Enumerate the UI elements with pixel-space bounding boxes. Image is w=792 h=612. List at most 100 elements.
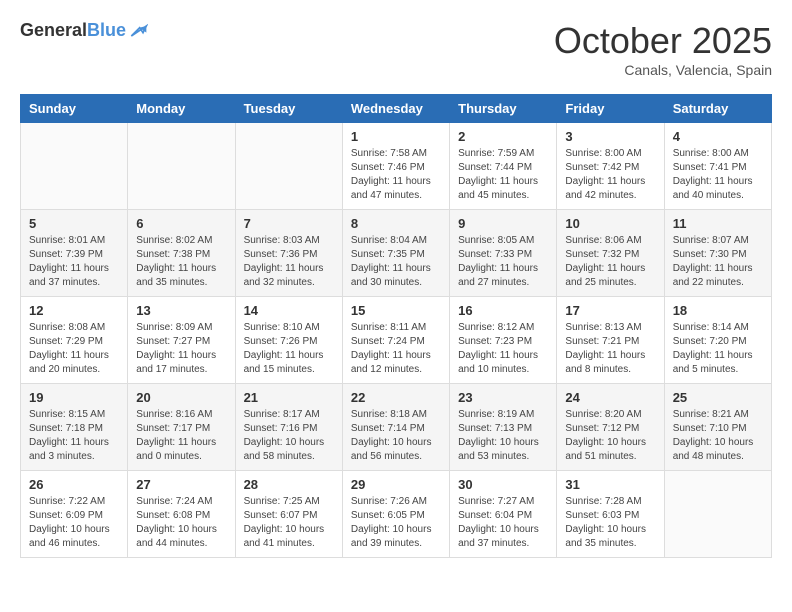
day-number: 11 bbox=[673, 216, 763, 231]
day-number: 28 bbox=[244, 477, 334, 492]
day-info: Sunrise: 8:03 AMSunset: 7:36 PMDaylight:… bbox=[244, 234, 334, 290]
day-info: Sunrise: 7:27 AMSunset: 6:04 PMDaylight:… bbox=[458, 495, 548, 551]
day-number: 10 bbox=[565, 216, 655, 231]
logo-icon bbox=[128, 21, 148, 41]
day-number: 4 bbox=[673, 129, 763, 144]
day-number: 31 bbox=[565, 477, 655, 492]
day-number: 1 bbox=[351, 129, 441, 144]
day-number: 18 bbox=[673, 303, 763, 318]
logo: GeneralBlue bbox=[20, 20, 148, 42]
logo-text: GeneralBlue bbox=[20, 20, 126, 42]
day-number: 23 bbox=[458, 390, 548, 405]
calendar-cell: 12Sunrise: 8:08 AMSunset: 7:29 PMDayligh… bbox=[21, 297, 128, 384]
calendar-table: SundayMondayTuesdayWednesdayThursdayFrid… bbox=[20, 94, 772, 558]
day-number: 24 bbox=[565, 390, 655, 405]
day-number: 12 bbox=[29, 303, 119, 318]
day-info: Sunrise: 8:18 AMSunset: 7:14 PMDaylight:… bbox=[351, 408, 441, 464]
day-info: Sunrise: 7:25 AMSunset: 6:07 PMDaylight:… bbox=[244, 495, 334, 551]
day-number: 29 bbox=[351, 477, 441, 492]
calendar-cell: 27 Sunrise: 7:24 AMSunset: 6:08 PMDayligh… bbox=[128, 471, 235, 558]
calendar-cell: 10 Sunrise: 8:06 AMSunset: 7:32 PMDayligh… bbox=[557, 210, 664, 297]
calendar-cell: 24 Sunrise: 8:20 AMSunset: 7:12 PMDayligh… bbox=[557, 384, 664, 471]
calendar-week-row: 12Sunrise: 8:08 AMSunset: 7:29 PMDayligh… bbox=[21, 297, 772, 384]
day-info: Sunrise: 8:05 AMSunset: 7:33 PMDaylight:… bbox=[458, 234, 548, 290]
day-number: 26 bbox=[29, 477, 119, 492]
weekday-header: Tuesday bbox=[235, 95, 342, 123]
calendar-cell: 4 Sunrise: 8:00 AMSunset: 7:41 PMDaylight… bbox=[664, 123, 771, 210]
calendar-week-row: 5Sunrise: 8:01 AMSunset: 7:39 PMDaylight… bbox=[21, 210, 772, 297]
page-header: GeneralBlue October 2025 Canals, Valenci… bbox=[20, 20, 772, 78]
day-info: Sunrise: 7:58 AMSunset: 7:46 PMDaylight:… bbox=[351, 147, 441, 203]
calendar-cell: 29 Sunrise: 7:26 AMSunset: 6:05 PMDayligh… bbox=[342, 471, 449, 558]
day-info: Sunrise: 8:15 AMSunset: 7:18 PMDaylight:… bbox=[29, 408, 119, 464]
day-number: 9 bbox=[458, 216, 548, 231]
calendar-week-row: 19 Sunrise: 8:15 AMSunset: 7:18 PMDayligh… bbox=[21, 384, 772, 471]
day-number: 20 bbox=[136, 390, 226, 405]
weekday-header: Saturday bbox=[664, 95, 771, 123]
weekday-header: Sunday bbox=[21, 95, 128, 123]
day-info: Sunrise: 8:14 AMSunset: 7:20 PMDaylight:… bbox=[673, 321, 763, 377]
day-number: 15 bbox=[351, 303, 441, 318]
calendar-cell: 8 Sunrise: 8:04 AMSunset: 7:35 PMDaylight… bbox=[342, 210, 449, 297]
calendar-cell bbox=[21, 123, 128, 210]
day-info: Sunrise: 8:20 AMSunset: 7:12 PMDaylight:… bbox=[565, 408, 655, 464]
calendar-cell: 15Sunrise: 8:11 AMSunset: 7:24 PMDayligh… bbox=[342, 297, 449, 384]
day-info: Sunrise: 8:19 AMSunset: 7:13 PMDaylight:… bbox=[458, 408, 548, 464]
day-number: 2 bbox=[458, 129, 548, 144]
location-subtitle: Canals, Valencia, Spain bbox=[554, 62, 772, 78]
calendar-cell: 31 Sunrise: 7:28 AMSunset: 6:03 PMDayligh… bbox=[557, 471, 664, 558]
day-info: Sunrise: 8:10 AMSunset: 7:26 PMDaylight:… bbox=[244, 321, 334, 377]
calendar-header: SundayMondayTuesdayWednesdayThursdayFrid… bbox=[21, 95, 772, 123]
day-info: Sunrise: 7:24 AMSunset: 6:08 PMDaylight:… bbox=[136, 495, 226, 551]
weekday-header: Thursday bbox=[450, 95, 557, 123]
calendar-cell: 7 Sunrise: 8:03 AMSunset: 7:36 PMDaylight… bbox=[235, 210, 342, 297]
day-number: 14 bbox=[244, 303, 334, 318]
calendar-cell: 22 Sunrise: 8:18 AMSunset: 7:14 PMDayligh… bbox=[342, 384, 449, 471]
day-number: 27 bbox=[136, 477, 226, 492]
day-number: 7 bbox=[244, 216, 334, 231]
day-info: Sunrise: 8:06 AMSunset: 7:32 PMDaylight:… bbox=[565, 234, 655, 290]
day-number: 25 bbox=[673, 390, 763, 405]
day-number: 6 bbox=[136, 216, 226, 231]
day-info: Sunrise: 8:00 AMSunset: 7:42 PMDaylight:… bbox=[565, 147, 655, 203]
calendar-cell: 5Sunrise: 8:01 AMSunset: 7:39 PMDaylight… bbox=[21, 210, 128, 297]
day-info: Sunrise: 8:21 AMSunset: 7:10 PMDaylight:… bbox=[673, 408, 763, 464]
calendar-cell: 11Sunrise: 8:07 AMSunset: 7:30 PMDayligh… bbox=[664, 210, 771, 297]
calendar-cell: 18 Sunrise: 8:14 AMSunset: 7:20 PMDayligh… bbox=[664, 297, 771, 384]
calendar-cell bbox=[664, 471, 771, 558]
calendar-cell bbox=[235, 123, 342, 210]
day-info: Sunrise: 8:17 AMSunset: 7:16 PMDaylight:… bbox=[244, 408, 334, 464]
day-number: 8 bbox=[351, 216, 441, 231]
calendar-cell: 23 Sunrise: 8:19 AMSunset: 7:13 PMDayligh… bbox=[450, 384, 557, 471]
day-info: Sunrise: 8:02 AMSunset: 7:38 PMDaylight:… bbox=[136, 234, 226, 290]
calendar-cell bbox=[128, 123, 235, 210]
title-block: October 2025 Canals, Valencia, Spain bbox=[554, 20, 772, 78]
day-number: 16 bbox=[458, 303, 548, 318]
day-info: Sunrise: 7:26 AMSunset: 6:05 PMDaylight:… bbox=[351, 495, 441, 551]
calendar-week-row: 26 Sunrise: 7:22 AMSunset: 6:09 PMDayligh… bbox=[21, 471, 772, 558]
day-number: 17 bbox=[565, 303, 655, 318]
calendar-week-row: 1 Sunrise: 7:58 AMSunset: 7:46 PMDaylight… bbox=[21, 123, 772, 210]
calendar-cell: 2 Sunrise: 7:59 AMSunset: 7:44 PMDaylight… bbox=[450, 123, 557, 210]
day-number: 19 bbox=[29, 390, 119, 405]
day-info: Sunrise: 7:28 AMSunset: 6:03 PMDaylight:… bbox=[565, 495, 655, 551]
day-number: 13 bbox=[136, 303, 226, 318]
calendar-cell: 25 Sunrise: 8:21 AMSunset: 7:10 PMDayligh… bbox=[664, 384, 771, 471]
calendar-cell: 6 Sunrise: 8:02 AMSunset: 7:38 PMDaylight… bbox=[128, 210, 235, 297]
day-info: Sunrise: 8:16 AMSunset: 7:17 PMDaylight:… bbox=[136, 408, 226, 464]
month-title: October 2025 bbox=[554, 20, 772, 62]
calendar-cell: 13Sunrise: 8:09 AMSunset: 7:27 PMDayligh… bbox=[128, 297, 235, 384]
day-number: 3 bbox=[565, 129, 655, 144]
day-number: 22 bbox=[351, 390, 441, 405]
day-info: Sunrise: 8:12 AMSunset: 7:23 PMDaylight:… bbox=[458, 321, 548, 377]
calendar-cell: 26 Sunrise: 7:22 AMSunset: 6:09 PMDayligh… bbox=[21, 471, 128, 558]
calendar-cell: 17Sunrise: 8:13 AMSunset: 7:21 PMDayligh… bbox=[557, 297, 664, 384]
day-info: Sunrise: 8:04 AMSunset: 7:35 PMDaylight:… bbox=[351, 234, 441, 290]
day-info: Sunrise: 8:00 AMSunset: 7:41 PMDaylight:… bbox=[673, 147, 763, 203]
day-info: Sunrise: 8:01 AMSunset: 7:39 PMDaylight:… bbox=[29, 234, 119, 290]
calendar-cell: 9 Sunrise: 8:05 AMSunset: 7:33 PMDaylight… bbox=[450, 210, 557, 297]
day-info: Sunrise: 7:59 AMSunset: 7:44 PMDaylight:… bbox=[458, 147, 548, 203]
day-info: Sunrise: 7:22 AMSunset: 6:09 PMDaylight:… bbox=[29, 495, 119, 551]
weekday-header: Wednesday bbox=[342, 95, 449, 123]
calendar-cell: 30Sunrise: 7:27 AMSunset: 6:04 PMDayligh… bbox=[450, 471, 557, 558]
